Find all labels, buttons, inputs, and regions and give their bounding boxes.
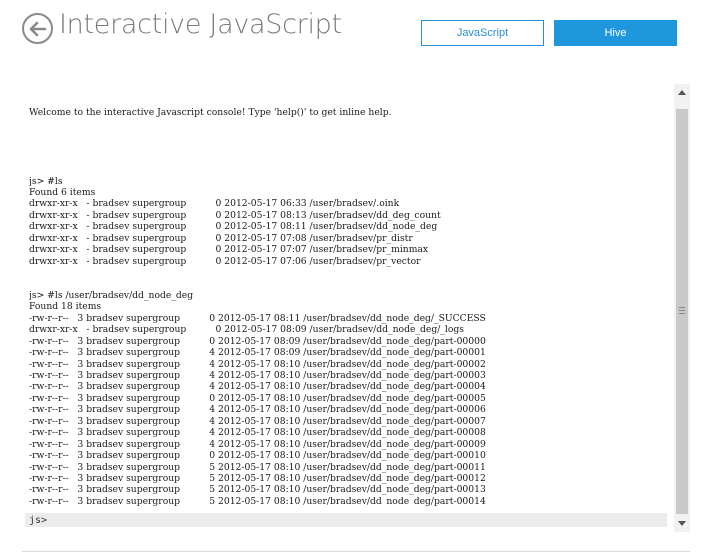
bottom-divider [22,551,690,552]
console-line: -rw-r--r-- 3 bradsev supergroup 4 2012-0… [29,404,486,416]
console-line: -rw-r--r-- 3 bradsev supergroup 4 2012-0… [29,381,486,393]
scroll-up-arrow-icon[interactable] [674,84,690,100]
hive-button[interactable]: Hive [554,20,677,46]
console-summary: Found 6 items [29,187,96,199]
console-line: -rw-r--r-- 3 bradsev supergroup 5 2012-0… [29,461,486,473]
console-line: -rw-r--r-- 3 bradsev supergroup 4 2012-0… [29,358,486,370]
scroll-thumb[interactable] [676,109,688,514]
console-command: js> #ls /user/bradsev/dd_node_deg [29,289,194,301]
console-command: js> #ls [29,175,63,187]
command-input[interactable] [47,513,667,527]
console-line: drwxr-xr-x - bradsev supergroup 0 2012-0… [29,221,438,233]
console-line: drwxr-xr-x - bradsev supergroup 0 2012-0… [29,232,413,244]
console-line: -rw-r--r-- 3 bradsev supergroup 0 2012-0… [29,450,486,462]
page-title: Interactive JavaScript [59,9,342,40]
console-line: drwxr-xr-x - bradsev supergroup 0 2012-0… [29,244,429,256]
console-line: -rw-r--r-- 3 bradsev supergroup 5 2012-0… [29,484,486,496]
console-line: -rw-r--r-- 3 bradsev supergroup 4 2012-0… [29,427,486,439]
console-line: -rw-r--r-- 3 bradsev supergroup 0 2012-0… [29,335,486,347]
scroll-down-arrow-icon[interactable] [674,516,690,532]
console-line: -rw-r--r-- 3 bradsev supergroup 4 2012-0… [29,370,486,382]
console-line: -rw-r--r-- 3 bradsev supergroup 5 2012-0… [29,472,486,484]
console-line: -rw-r--r-- 3 bradsev supergroup 0 2012-0… [29,392,486,404]
javascript-button[interactable]: JavaScript [421,20,544,46]
console-line: -rw-r--r-- 3 bradsev supergroup 4 2012-0… [29,438,486,450]
console-line: drwxr-xr-x - bradsev supergroup 0 2012-0… [29,324,464,336]
back-arrow-icon [29,21,47,37]
console-line: -rw-r--r-- 3 bradsev supergroup 0 2012-0… [29,312,486,324]
console-line: -rw-r--r-- 3 bradsev supergroup 4 2012-0… [29,347,486,359]
console-blocks: js> #ls Found 6 items drwxr-xr-x - bradsev… [29,176,669,506]
console-output: Welcome to the interactive Javascript co… [29,84,669,506]
console-scrollbar[interactable] [674,84,690,532]
input-prompt: js> [29,514,48,526]
back-button[interactable] [22,13,53,44]
console-line: drwxr-xr-x - bradsev supergroup 0 2012-0… [29,198,400,210]
console-spacer [29,141,669,152]
console-line: -rw-r--r-- 3 bradsev supergroup 4 2012-0… [29,415,486,427]
console-line: -rw-r--r-- 3 bradsev supergroup 5 2012-0… [29,495,486,506]
grip-icon [679,307,685,314]
command-input-row[interactable]: js> [25,513,667,527]
console-summary: Found 18 items [29,301,102,313]
console-welcome: Welcome to the interactive Javascript co… [29,106,392,118]
console-line: drwxr-xr-x - bradsev supergroup 0 2012-0… [29,209,441,221]
console-spacer [29,267,669,278]
console-line: drwxr-xr-x - bradsev supergroup 0 2012-0… [29,255,421,267]
console-spacer [29,279,669,290]
